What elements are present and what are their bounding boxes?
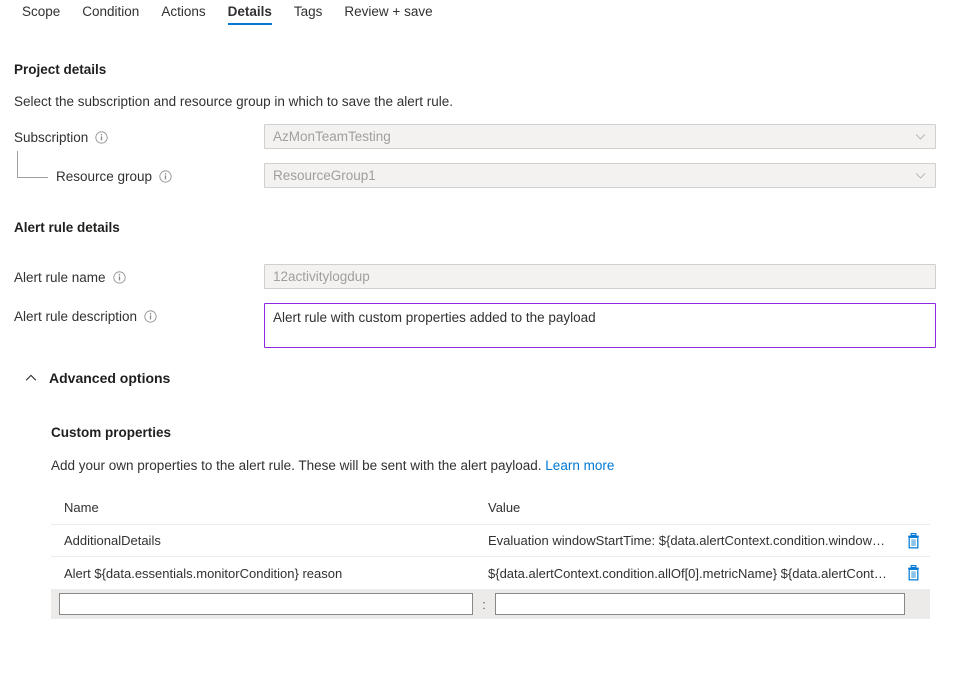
tab-review-save[interactable]: Review + save: [333, 0, 443, 31]
tab-tags[interactable]: Tags: [283, 0, 334, 31]
tab-label: Scope: [22, 4, 60, 19]
column-header-name: Name: [51, 500, 488, 515]
tab-condition[interactable]: Condition: [71, 0, 150, 31]
custom-properties-description-text: Add your own properties to the alert rul…: [51, 458, 542, 473]
details-page: Scope Condition Actions Details Tags Rev…: [0, 0, 968, 678]
tab-label: Review + save: [344, 4, 432, 19]
alert-rule-name-value: 12activitylogdup: [273, 269, 370, 284]
alert-rule-details-heading: Alert rule details: [14, 220, 120, 235]
row-name: AdditionalDetails: [51, 533, 488, 548]
project-details-description: Select the subscription and resource gro…: [14, 94, 453, 109]
trash-icon: [906, 565, 921, 581]
resource-group-label: Resource group: [56, 169, 152, 184]
advanced-options-toggle[interactable]: Advanced options: [24, 370, 170, 386]
tab-label: Tags: [294, 4, 323, 19]
chevron-down-icon: [914, 130, 927, 143]
advanced-options-label: Advanced options: [49, 370, 170, 386]
info-icon[interactable]: [113, 271, 126, 284]
delete-row-button[interactable]: [896, 565, 930, 581]
custom-properties-table: Name Value AdditionalDetails Evaluation …: [51, 492, 930, 619]
alert-rule-name-input[interactable]: 12activitylogdup: [264, 264, 936, 289]
row-value: ${data.alertContext.condition.allOf[0].m…: [488, 566, 896, 581]
new-property-row: :: [51, 589, 930, 619]
delete-row-button[interactable]: [896, 533, 930, 549]
table-row: Alert ${data.essentials.monitorCondition…: [51, 557, 930, 589]
custom-properties-description: Add your own properties to the alert rul…: [51, 458, 614, 473]
row-name: Alert ${data.essentials.monitorCondition…: [51, 566, 488, 581]
tab-label: Details: [228, 4, 272, 19]
subscription-dropdown[interactable]: AzMonTeamTesting: [264, 124, 936, 149]
table-row: AdditionalDetails Evaluation windowStart…: [51, 525, 930, 557]
tab-details[interactable]: Details: [217, 0, 283, 31]
info-icon[interactable]: [144, 310, 157, 323]
wizard-tab-bar: Scope Condition Actions Details Tags Rev…: [0, 0, 968, 38]
chevron-down-icon: [914, 169, 927, 182]
alert-rule-name-label: Alert rule name: [14, 270, 106, 285]
row-value: Evaluation windowStartTime: ${data.alert…: [488, 533, 896, 548]
info-icon[interactable]: [95, 131, 108, 144]
tab-actions[interactable]: Actions: [150, 0, 216, 31]
resource-group-dropdown[interactable]: ResourceGroup1: [264, 163, 936, 188]
subscription-value: AzMonTeamTesting: [273, 129, 391, 144]
chevron-up-icon: [24, 371, 38, 385]
column-header-value: Value: [488, 500, 896, 515]
name-value-separator: :: [473, 597, 495, 612]
tab-scope[interactable]: Scope: [11, 0, 71, 31]
custom-properties-heading: Custom properties: [51, 425, 171, 440]
learn-more-link[interactable]: Learn more: [545, 458, 614, 473]
new-property-name-input[interactable]: [59, 593, 473, 615]
subscription-label: Subscription: [14, 130, 88, 145]
project-details-heading: Project details: [14, 62, 106, 77]
new-property-value-input[interactable]: [495, 593, 905, 615]
info-icon[interactable]: [159, 170, 172, 183]
trash-icon: [906, 533, 921, 549]
tab-label: Actions: [161, 4, 205, 19]
column-header-actions: [896, 500, 930, 515]
alert-rule-description-textarea[interactable]: Alert rule with custom properties added …: [264, 303, 936, 348]
alert-rule-description-label-group: Alert rule description: [14, 309, 157, 324]
table-header-row: Name Value: [51, 492, 930, 525]
alert-rule-name-label-group: Alert rule name: [14, 270, 126, 285]
resource-group-value: ResourceGroup1: [273, 168, 376, 183]
resource-group-label-group: Resource group: [56, 169, 172, 184]
tab-label: Condition: [82, 4, 139, 19]
alert-rule-description-label: Alert rule description: [14, 309, 137, 324]
subscription-label-group: Subscription: [14, 130, 108, 145]
resource-group-tree-connector: [17, 151, 48, 178]
